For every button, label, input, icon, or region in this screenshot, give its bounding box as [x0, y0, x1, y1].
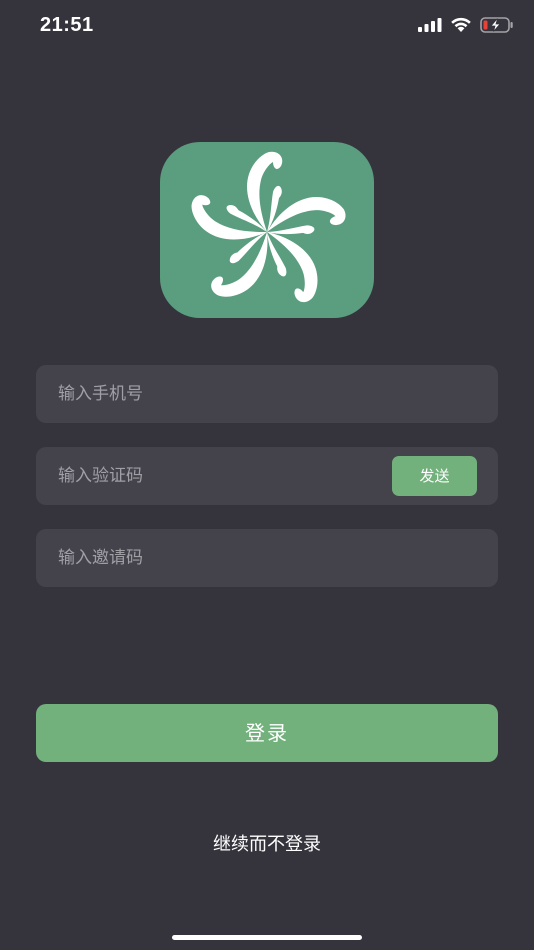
wifi-icon [450, 17, 472, 33]
login-screen: 21:51 输入手机号 输入验证码 发送 输入邀请码 登录 继续而不登录 [0, 0, 534, 950]
invite-code-field[interactable] [36, 529, 498, 587]
continue-without-login-link[interactable]: 继续而不登录 [0, 830, 534, 856]
verification-code-input[interactable] [58, 447, 398, 505]
phone-input[interactable] [58, 365, 398, 423]
phone-field[interactable] [36, 365, 498, 423]
battery-charging-icon [480, 17, 514, 33]
verification-code-field[interactable]: 发送 [36, 447, 498, 505]
status-time: 21:51 [40, 14, 94, 36]
app-logo [160, 142, 374, 318]
login-button[interactable]: 登录 [36, 704, 498, 762]
send-code-button[interactable]: 发送 [392, 456, 477, 496]
flower-logo-icon [191, 151, 346, 303]
status-icons [418, 17, 514, 33]
cellular-signal-icon [418, 18, 442, 32]
status-bar: 21:51 [0, 0, 534, 54]
home-indicator[interactable] [172, 935, 362, 940]
invite-code-input[interactable] [58, 529, 398, 587]
